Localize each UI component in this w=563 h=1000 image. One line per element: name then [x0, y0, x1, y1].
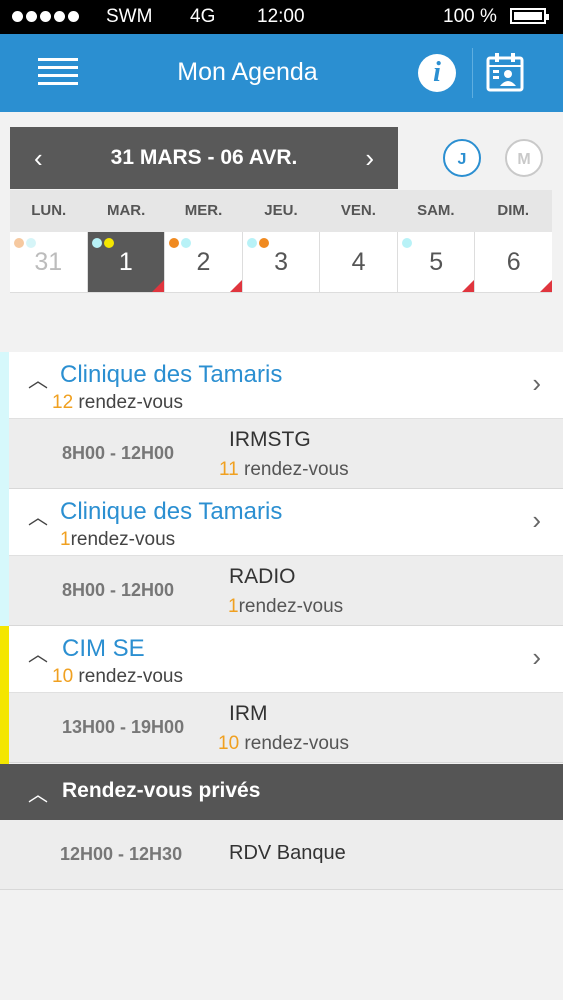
group-color-stripe — [0, 352, 9, 626]
app-header: Mon Agenda i — [0, 34, 563, 112]
clock: 12:00 — [257, 6, 305, 27]
next-week-button[interactable]: › — [365, 143, 374, 174]
event-dot — [91, 238, 102, 248]
time-range: 8H00 - 12H00 — [62, 443, 175, 463]
chevron-up-icon[interactable]: ︿ — [28, 778, 48, 807]
weekday-label: LUN. — [31, 202, 67, 219]
time-range: 13H00 - 19H00 — [62, 717, 185, 737]
private-appointments-title: Rendez-vous privés — [62, 779, 261, 802]
header-divider — [472, 48, 473, 98]
row-count: 11 rendez-vous — [219, 459, 349, 480]
day-number: 4 — [351, 248, 366, 276]
modality-name: RADIO — [229, 565, 296, 588]
time-range: 12H00 - 12H30 — [60, 844, 183, 864]
group-name: Clinique des Tamaris — [60, 361, 283, 388]
group-header[interactable]: ︿ CIM SE 10 rendez-vous › — [0, 626, 563, 693]
modality-name: IRM — [229, 702, 268, 725]
event-dot — [258, 238, 269, 248]
signal-dots-icon — [12, 6, 82, 28]
day-view-toggle[interactable]: J — [443, 139, 481, 177]
group-name: CIM SE — [62, 635, 145, 662]
row-count: 1rendez-vous — [228, 596, 344, 617]
event-dot — [246, 238, 257, 248]
weekday-label: JEU. — [264, 202, 298, 219]
chevron-right-icon[interactable]: › — [532, 505, 541, 536]
row-count: 10 rendez-vous — [218, 733, 349, 754]
info-icon[interactable]: i — [418, 54, 456, 92]
day-number: 6 — [506, 248, 521, 276]
day-number: 5 — [429, 248, 444, 276]
day-number: 31 — [34, 248, 63, 276]
day-cell[interactable]: 5 — [398, 232, 476, 292]
weekday-label: SAM. — [417, 202, 455, 219]
marker-triangle — [229, 280, 242, 292]
marker-triangle — [462, 280, 475, 292]
battery-percent: 100 % — [443, 6, 497, 27]
appointment-name: RDV Banque — [229, 842, 346, 864]
group-color-stripe — [0, 626, 9, 764]
group-header[interactable]: ︿ Clinique des Tamaris 12 rendez-vous › — [0, 352, 563, 419]
day-cell[interactable]: 31 — [10, 232, 88, 292]
event-dot — [103, 238, 114, 248]
day-number: 2 — [196, 248, 211, 276]
chevron-right-icon[interactable]: › — [532, 368, 541, 399]
group-count: 12 rendez-vous — [52, 392, 183, 413]
private-appointments-header[interactable]: ︿ Rendez-vous privés — [0, 764, 563, 820]
schedule-row[interactable]: 8H00 - 12H00 IRMSTG 11 rendez-vous — [0, 419, 563, 489]
page-title: Mon Agenda — [177, 58, 318, 86]
day-number: 1 — [118, 248, 133, 276]
day-cell-selected[interactable]: 1 — [87, 232, 166, 292]
chevron-up-icon[interactable]: ︿ — [28, 501, 48, 530]
day-cell[interactable]: 3 — [243, 232, 321, 292]
time-range: 8H00 - 12H00 — [62, 580, 175, 600]
chevron-up-icon[interactable]: ︿ — [28, 638, 48, 667]
event-dot — [26, 238, 36, 248]
schedule-row[interactable]: 8H00 - 12H00 RADIO 1rendez-vous — [0, 556, 563, 626]
weekday-header: LUN. MAR. MER. JEU. VEN. SAM. DIM. — [10, 190, 552, 232]
event-dot — [169, 238, 180, 248]
event-dot — [181, 238, 192, 248]
calendar-user-icon[interactable] — [486, 52, 524, 92]
group-count: 1rendez-vous — [60, 529, 176, 550]
event-dot — [401, 238, 412, 248]
marker-triangle — [540, 280, 553, 292]
day-number: 3 — [274, 248, 288, 276]
weekday-label: MAR. — [106, 202, 146, 219]
day-cell[interactable]: 6 — [475, 232, 553, 292]
day-cell[interactable]: 2 — [165, 232, 243, 292]
day-cell[interactable]: 4 — [320, 232, 398, 292]
group-name: Clinique des Tamaris — [60, 498, 283, 525]
month-view-toggle[interactable]: M — [505, 139, 543, 177]
event-dot — [14, 238, 24, 248]
chevron-up-icon[interactable]: ︿ — [28, 364, 48, 393]
status-bar: SWM 4G 12:00 100 % — [0, 0, 563, 34]
week-days: 31 1 2 3 4 5 6 — [10, 232, 553, 293]
private-appointment-row[interactable]: 12H00 - 12H30 RDV Banque — [0, 820, 563, 890]
group-header[interactable]: ︿ Clinique des Tamaris 1rendez-vous › — [0, 489, 563, 556]
group-count: 10 rendez-vous — [52, 666, 183, 687]
chevron-right-icon[interactable]: › — [532, 642, 541, 673]
schedule-row[interactable]: 13H00 - 19H00 IRM 10 rendez-vous — [0, 693, 563, 763]
marker-triangle — [152, 280, 165, 292]
modality-name: IRMSTG — [229, 428, 311, 451]
weekday-label: DIM. — [497, 202, 530, 219]
weekday-label: MER. — [184, 202, 223, 219]
carrier-label: SWM — [106, 6, 153, 27]
week-selector: ‹ 31 MARS - 06 AVR. › — [10, 127, 398, 189]
week-range: 31 MARS - 06 AVR. — [110, 146, 298, 169]
network-label: 4G — [190, 6, 216, 27]
battery-icon — [510, 8, 549, 24]
weekday-label: VEN. — [340, 202, 376, 219]
